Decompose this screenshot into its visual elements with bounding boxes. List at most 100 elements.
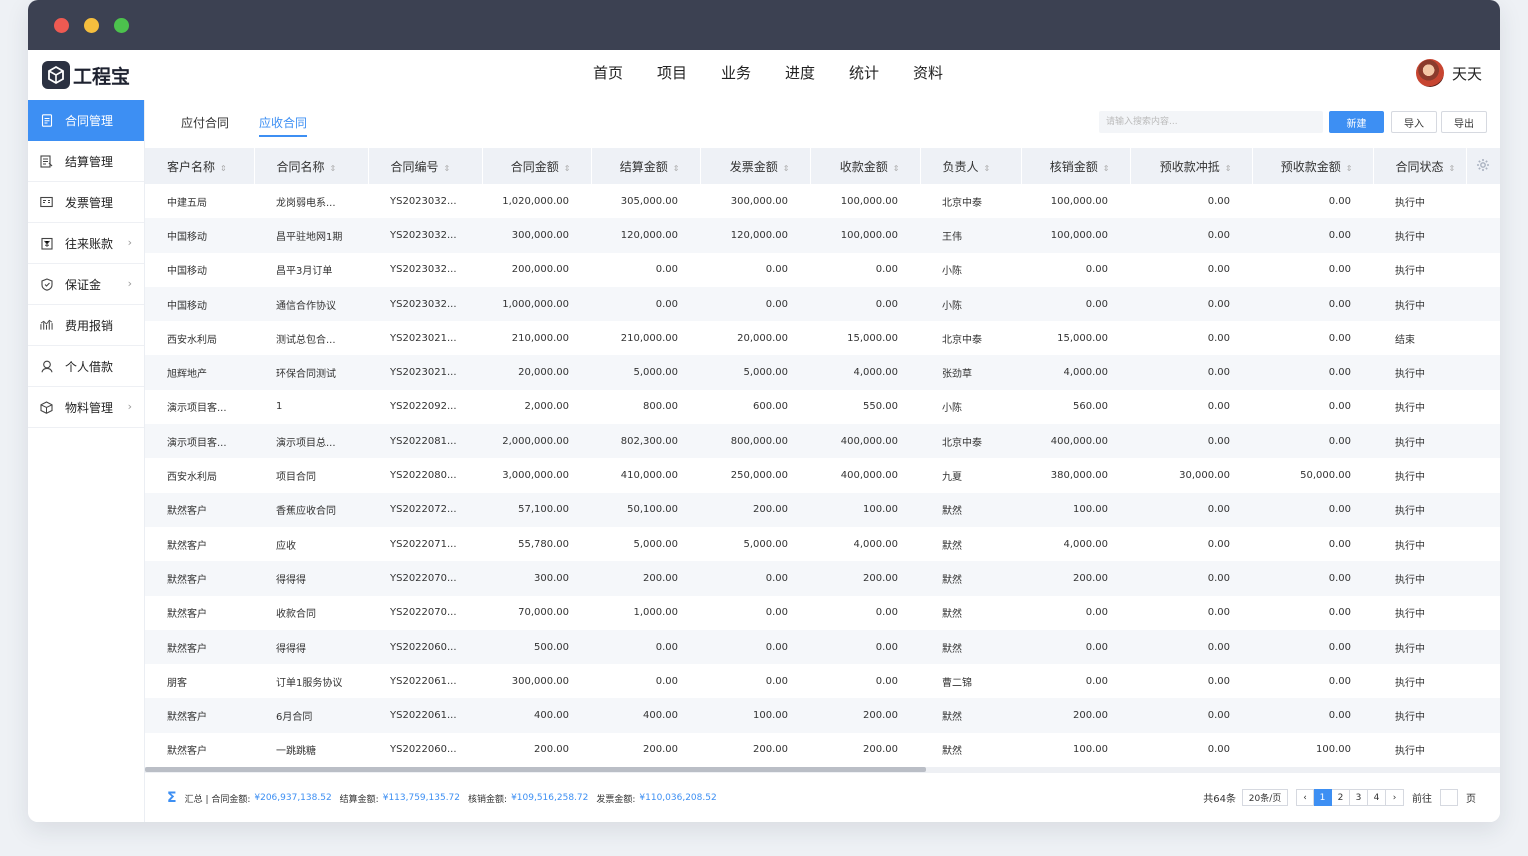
sidebar-item-7[interactable]: 物料管理 ›: [28, 387, 144, 428]
table-cell: 执行中: [1395, 231, 1425, 243]
table-row[interactable]: 演示项目客... 1 YS2022092... 2,000.00 800.00 600.0…: [145, 390, 1500, 424]
avatar[interactable]: [1415, 59, 1444, 87]
column-header[interactable]: 核销金额 ⇕: [1021, 148, 1131, 184]
column-header[interactable]: 发票金额 ⇕: [700, 148, 811, 184]
column-header[interactable]: 结算金额 ⇕: [591, 148, 701, 184]
column-header[interactable]: 合同名称 ⇕: [254, 148, 369, 184]
goto-page-input[interactable]: [1440, 789, 1458, 806]
page-number-button[interactable]: 4: [1368, 789, 1386, 806]
sidebar-item-1[interactable]: 结算管理: [28, 141, 144, 182]
sidebar-item-3[interactable]: 往来账款 ›: [28, 223, 144, 264]
table-cell: 默然客户: [167, 643, 207, 655]
sort-icon[interactable]: ⇕: [783, 164, 790, 173]
nav-item-4[interactable]: 统计: [832, 50, 896, 100]
sidebar-item-4[interactable]: 保证金 ›: [28, 264, 144, 305]
nav-item-2[interactable]: 业务: [704, 50, 768, 100]
app-logo[interactable]: 工程宝: [42, 60, 130, 90]
table-row[interactable]: 中建五局 龙岗弱电系... YS2023032... 1,020,000.00 305,…: [145, 184, 1500, 218]
table-cell: 中国移动: [167, 300, 207, 312]
table-row[interactable]: 中国移动 昌平3月订单 YS2023032... 200,000.00 0.00 0.00…: [145, 253, 1500, 287]
column-header[interactable]: 客户名称 ⇕: [145, 148, 255, 184]
table-row[interactable]: 演示项目客... 演示项目总... YS2022081... 2,000,000.00…: [145, 424, 1500, 459]
table-cell: 默然客户: [167, 712, 207, 724]
table-cell: 380,000.00: [1050, 470, 1108, 482]
table-cell: 400.00: [534, 710, 569, 722]
sort-icon[interactable]: ⇕: [673, 164, 680, 173]
table-row[interactable]: 西安水利局 项目合同 YS2022080... 3,000,000.00 410,000…: [145, 458, 1500, 492]
sort-icon[interactable]: ⇕: [1346, 164, 1353, 173]
column-header[interactable]: 预收款金额 ⇕: [1252, 148, 1374, 184]
nav-item-3[interactable]: 进度: [768, 50, 832, 100]
table-row[interactable]: 旭辉地产 环保合同测试 YS2023021... 20,000.00 5,000.00 5…: [145, 355, 1500, 390]
import-button[interactable]: 导入: [1391, 111, 1437, 133]
table-row[interactable]: 默然客户 得得得 YS2022060... 500.00 0.00 0.00 0.00 默然 0…: [145, 629, 1500, 665]
table-row[interactable]: 默然客户 应收 YS2022071... 55,780.00 5,000.00 5,000…: [145, 527, 1500, 561]
nav-item-5[interactable]: 资料: [896, 50, 960, 100]
minimize-window-button[interactable]: [84, 18, 99, 33]
sort-icon[interactable]: ⇕: [220, 164, 227, 173]
table-row[interactable]: 默然客户 一跳跳糖 YS2022060... 200.00 200.00 200.00 20…: [145, 733, 1500, 767]
sort-icon[interactable]: ⇕: [330, 164, 337, 173]
table-row[interactable]: 默然客户 得得得 YS2022070... 300.00 200.00 0.00 200.0…: [145, 561, 1500, 596]
nav-item-1[interactable]: 项目: [640, 50, 704, 100]
box-icon: [40, 400, 53, 414]
sidebar-item-5[interactable]: 费用报销: [28, 305, 144, 346]
search-input[interactable]: [1099, 111, 1323, 133]
table-cell: 项目合同: [276, 472, 316, 484]
column-header[interactable]: 收款金额 ⇕: [810, 148, 921, 184]
sort-icon[interactable]: ⇕: [1225, 164, 1232, 173]
prev-page-button[interactable]: ‹: [1296, 789, 1314, 806]
table-row[interactable]: 默然客户 收款合同 YS2022070... 70,000.00 1,000.00 0.0…: [145, 596, 1500, 630]
close-window-button[interactable]: [54, 18, 69, 33]
table-cell: 300,000.00: [511, 675, 569, 687]
table-row[interactable]: 默然客户 香蕉应收合同 YS2022072... 57,100.00 50,100.00…: [145, 492, 1500, 527]
sidebar-item-6[interactable]: 个人借款: [28, 346, 144, 387]
tab-1[interactable]: 应收合同: [259, 114, 308, 137]
table-cell: 九夏: [942, 472, 962, 484]
column-settings-button[interactable]: [1466, 148, 1500, 184]
table-row[interactable]: 朋客 订单1服务协议 YS2022061... 300,000.00 0.00 0.00 0…: [145, 664, 1500, 698]
column-header[interactable]: 负责人 ⇕: [920, 148, 1022, 184]
table-row[interactable]: 西安水利局 测试总包合... YS2023021... 210,000.00 210,0…: [145, 321, 1500, 355]
page-number-button[interactable]: 2: [1332, 789, 1350, 806]
sort-icon[interactable]: ⇕: [564, 164, 571, 173]
column-header[interactable]: 合同状态 ⇕: [1373, 148, 1467, 184]
table-row[interactable]: 中国移动 昌平驻地网1期 YS2023032... 300,000.00 120,000…: [145, 218, 1500, 253]
column-header-label: 客户名称: [167, 159, 216, 174]
column-header-label: 负责人: [942, 159, 979, 174]
sort-icon[interactable]: ⇕: [444, 164, 451, 173]
sort-icon[interactable]: ⇕: [984, 164, 991, 173]
sort-icon[interactable]: ⇕: [893, 164, 900, 173]
page-size-select[interactable]: 20条/页: [1242, 789, 1288, 806]
tab-0[interactable]: 应付合同: [181, 114, 229, 137]
sidebar-item-0[interactable]: 合同管理: [28, 100, 144, 141]
page-number-button[interactable]: 3: [1350, 789, 1368, 806]
new-button[interactable]: 新建: [1329, 111, 1384, 133]
nav-item-0[interactable]: 首页: [576, 50, 640, 100]
column-header[interactable]: 合同金额 ⇕: [482, 148, 592, 184]
table-cell: 100,000.00: [1050, 195, 1108, 207]
table-cell: 演示项目客...: [167, 403, 227, 415]
table-cell: 中建五局: [167, 197, 207, 209]
next-page-button[interactable]: ›: [1386, 789, 1404, 806]
sidebar-item-label: 保证金: [65, 277, 102, 292]
table-row[interactable]: 默然客户 6月合同 YS2022061... 400.00 400.00 100.00 20…: [145, 698, 1500, 733]
table-cell: 0.00: [1328, 641, 1351, 653]
sort-icon[interactable]: ⇕: [1449, 164, 1456, 173]
table-row[interactable]: 中国移动 通信合作协议 YS2023032... 1,000,000.00 0.00 0.…: [145, 286, 1500, 322]
sidebar-item-2[interactable]: 发票管理: [28, 182, 144, 223]
column-header-label: 核销金额: [1049, 159, 1098, 174]
table-cell: 北京中泰: [942, 197, 982, 209]
column-header[interactable]: 合同编号 ⇕: [368, 148, 483, 184]
table-cell: 400,000.00: [1050, 435, 1108, 447]
writeoff-amount-total: ¥109,516,258.72: [511, 793, 589, 803]
table-cell: 0.00: [765, 572, 788, 584]
table-cell: 0.00: [1328, 435, 1351, 447]
table-cell-empty: [1466, 287, 1500, 321]
export-button[interactable]: 导出: [1441, 111, 1487, 133]
user-menu[interactable]: 天天: [1415, 59, 1482, 87]
page-number-button[interactable]: 1: [1314, 789, 1332, 806]
sort-icon[interactable]: ⇕: [1103, 164, 1110, 173]
maximize-window-button[interactable]: [114, 18, 129, 33]
column-header[interactable]: 预收款冲抵 ⇕: [1130, 148, 1253, 184]
